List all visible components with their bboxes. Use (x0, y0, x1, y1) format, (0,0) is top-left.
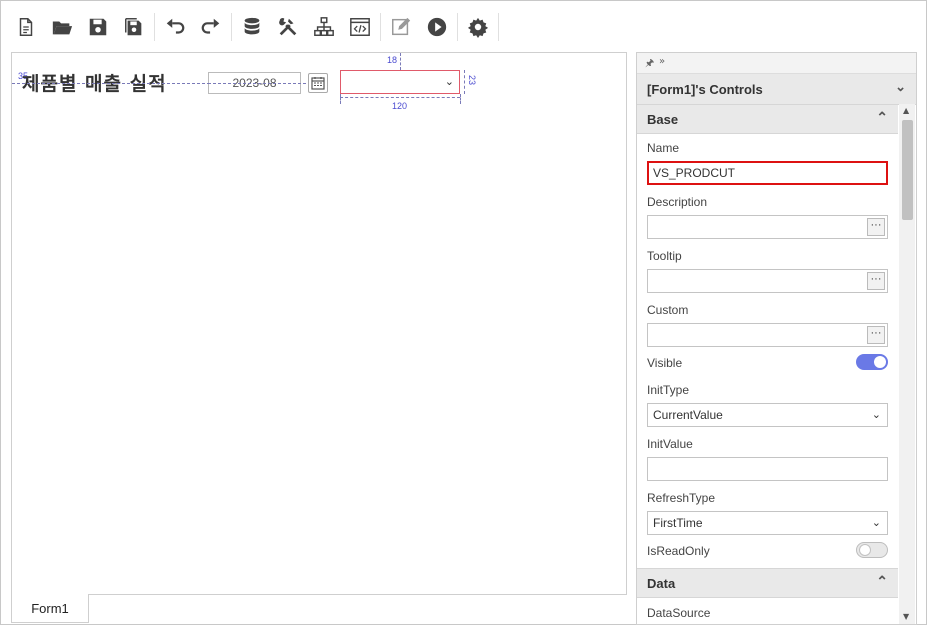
alignment-guide (12, 83, 210, 84)
undo-icon (166, 18, 185, 34)
dimension-width-label: 120 (392, 101, 408, 111)
custom-ellipsis-button[interactable]: ··· (867, 326, 885, 344)
section-data[interactable]: Data ⌃ (637, 568, 898, 598)
open-folder-icon (52, 21, 73, 35)
redo-button[interactable] (193, 10, 229, 44)
panel-scrollbar[interactable]: ▲ ▼ (899, 104, 915, 624)
section-data-title: Data (647, 576, 676, 591)
toolbar-separator (380, 13, 381, 41)
chevron-up-icon[interactable]: ⌃ (876, 573, 888, 590)
visible-toggle[interactable] (856, 354, 888, 370)
calendar-icon (311, 77, 325, 90)
new-file-button[interactable] (8, 10, 44, 44)
dimension-top-label: 18 (387, 55, 398, 65)
description-input[interactable]: ··· (647, 215, 888, 239)
save-button[interactable] (80, 10, 116, 44)
tooltip-input[interactable]: ··· (647, 269, 888, 293)
panel-pin-bar: 🖈 » (637, 53, 916, 74)
redo-icon (201, 18, 220, 34)
datasource-label: DataSource (647, 606, 711, 620)
toolbar (8, 10, 501, 44)
name-input[interactable]: VS_PRODCUT (647, 161, 888, 185)
hierarchy-icon (314, 17, 334, 36)
dimension-guide (400, 53, 401, 70)
initvalue-input[interactable] (647, 457, 888, 481)
inittype-label: InitType (647, 383, 690, 397)
dimension-guide (340, 94, 341, 104)
design-canvas[interactable]: 35 제품별 매출 실적 2023-08 18 ⌄ 23 120 (11, 52, 627, 595)
description-ellipsis-button[interactable]: ··· (867, 218, 885, 236)
settings-icon (467, 17, 489, 38)
toolbar-separator (457, 13, 458, 41)
scroll-down-icon[interactable]: ▼ (903, 612, 909, 621)
isreadonly-label: IsReadOnly (647, 544, 710, 558)
edit-button[interactable] (383, 10, 419, 44)
name-label: Name (647, 141, 680, 155)
dimension-guide (460, 94, 461, 104)
code-button[interactable] (342, 10, 378, 44)
double-chevron-right-icon[interactable]: » (659, 56, 665, 67)
toolbar-separator (154, 13, 155, 41)
hierarchy-button[interactable] (306, 10, 342, 44)
dimension-guide (464, 70, 465, 94)
save-all-icon (125, 18, 142, 36)
section-base-title: Base (647, 112, 679, 127)
save-all-button[interactable] (116, 10, 152, 44)
undo-button[interactable] (157, 10, 193, 44)
chevron-down-icon: ⌄ (871, 409, 881, 421)
toggle-knob (859, 544, 871, 556)
description-label: Description (647, 195, 708, 209)
run-icon (427, 17, 447, 37)
scroll-up-icon[interactable]: ▲ (903, 106, 909, 115)
initvalue-label: InitValue (647, 437, 693, 451)
inittype-select[interactable]: CurrentValue ⌄ (647, 403, 888, 427)
alignment-guide (208, 83, 306, 84)
tooltip-ellipsis-button[interactable]: ··· (867, 272, 885, 290)
database-button[interactable] (234, 10, 270, 44)
section-base[interactable]: Base ⌃ (637, 104, 898, 134)
tooltip-label: Tooltip (647, 249, 682, 263)
panel-title: [Form1]'s Controls (647, 82, 763, 97)
settings-button[interactable] (460, 10, 496, 44)
open-folder-button[interactable] (44, 10, 80, 44)
custom-label: Custom (647, 303, 689, 317)
custom-input[interactable]: ··· (647, 323, 888, 347)
save-icon (89, 18, 107, 36)
tools-icon (279, 18, 297, 36)
toggle-knob (874, 356, 886, 368)
refreshtype-select-value: FirstTime (653, 516, 703, 530)
toolbar-separator (498, 13, 499, 41)
dimension-guide (340, 97, 460, 98)
database-icon (244, 17, 260, 35)
refreshtype-label: RefreshType (647, 491, 716, 505)
tab-form1[interactable]: Form1 (11, 594, 89, 623)
name-input-value: VS_PRODCUT (653, 166, 736, 180)
scrollbar-thumb[interactable] (902, 120, 913, 220)
dimension-height-label: 23 (467, 75, 477, 86)
properties-panel: 🖈 » [Form1]'s Controls ⌄ Base ⌃ Name VS_… (636, 52, 917, 625)
chevron-up-icon[interactable]: ⌃ (876, 109, 888, 126)
product-combo-selected[interactable]: ⌄ (340, 70, 460, 94)
pin-icon[interactable]: 🖈 (645, 56, 654, 73)
visible-label: Visible (647, 356, 683, 370)
chevron-down-icon[interactable]: ⌄ (895, 79, 906, 95)
inittype-select-value: CurrentValue (653, 408, 723, 422)
new-file-icon (19, 18, 33, 36)
code-icon (350, 18, 370, 36)
chevron-down-icon: ⌄ (444, 75, 454, 88)
panel-header[interactable]: [Form1]'s Controls ⌄ (637, 74, 916, 105)
toolbar-separator (231, 13, 232, 41)
chevron-down-icon: ⌄ (871, 517, 881, 529)
run-button[interactable] (419, 10, 455, 44)
isreadonly-toggle[interactable] (856, 542, 888, 558)
refreshtype-select[interactable]: FirstTime ⌄ (647, 511, 888, 535)
calendar-button[interactable] (308, 73, 328, 93)
tools-button[interactable] (270, 10, 306, 44)
edit-icon (392, 17, 411, 36)
